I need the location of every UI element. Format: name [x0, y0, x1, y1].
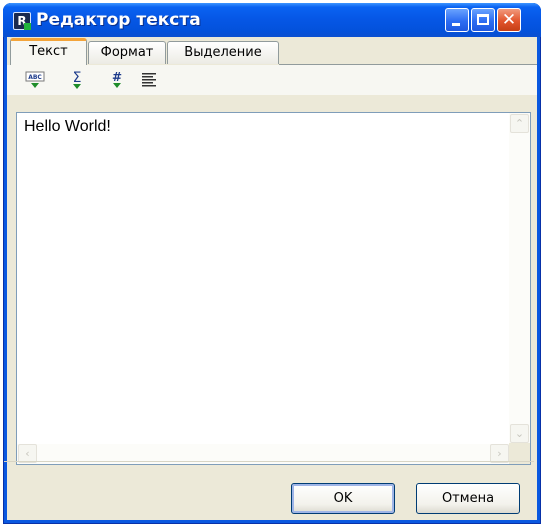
tab-selection[interactable]: Выделение	[167, 41, 279, 64]
minimize-button[interactable]	[445, 8, 469, 32]
maximize-button[interactable]	[471, 8, 495, 32]
close-icon: ✕	[501, 10, 517, 30]
tab-format[interactable]: Формат	[88, 41, 166, 64]
vertical-scrollbar[interactable]: ⌃ ⌄	[509, 113, 530, 444]
editor-content[interactable]: Hello World!	[24, 118, 111, 136]
maximize-icon	[477, 14, 489, 25]
align-justify-icon[interactable]	[138, 69, 160, 91]
chevron-down-icon: ⌄	[514, 427, 525, 440]
svg-text:#: #	[112, 70, 122, 84]
footer-separator	[4, 461, 534, 462]
cancel-button[interactable]: Отмена	[416, 483, 520, 514]
text-editor[interactable]: Hello World! ⌃ ⌄ ‹ ›	[16, 112, 531, 465]
svg-text:ABC: ABC	[28, 74, 42, 81]
ok-button[interactable]: OK	[291, 483, 395, 514]
sum-icon[interactable]: Σ	[66, 69, 88, 91]
scroll-down-button[interactable]: ⌄	[510, 424, 529, 443]
spellcheck-icon[interactable]: ABC	[24, 69, 46, 91]
scroll-up-button[interactable]: ⌃	[510, 114, 529, 133]
chevron-up-icon: ⌃	[514, 117, 525, 130]
window-title: Редактор текста	[36, 10, 201, 30]
close-button[interactable]: ✕	[497, 8, 521, 32]
number-icon[interactable]: #	[106, 69, 128, 91]
tab-text[interactable]: Текст	[10, 38, 87, 65]
chevron-left-icon: ‹	[25, 447, 30, 460]
editor-toolbar: ABC Σ #	[7, 65, 537, 95]
app-icon: R	[13, 12, 31, 30]
tab-strip: Текст Формат Выделение	[7, 37, 537, 65]
chevron-right-icon: ›	[497, 447, 502, 460]
svg-text:Σ: Σ	[73, 70, 82, 86]
title-bar[interactable]: R Редактор текста ✕	[3, 3, 541, 37]
minimize-icon	[452, 23, 460, 26]
